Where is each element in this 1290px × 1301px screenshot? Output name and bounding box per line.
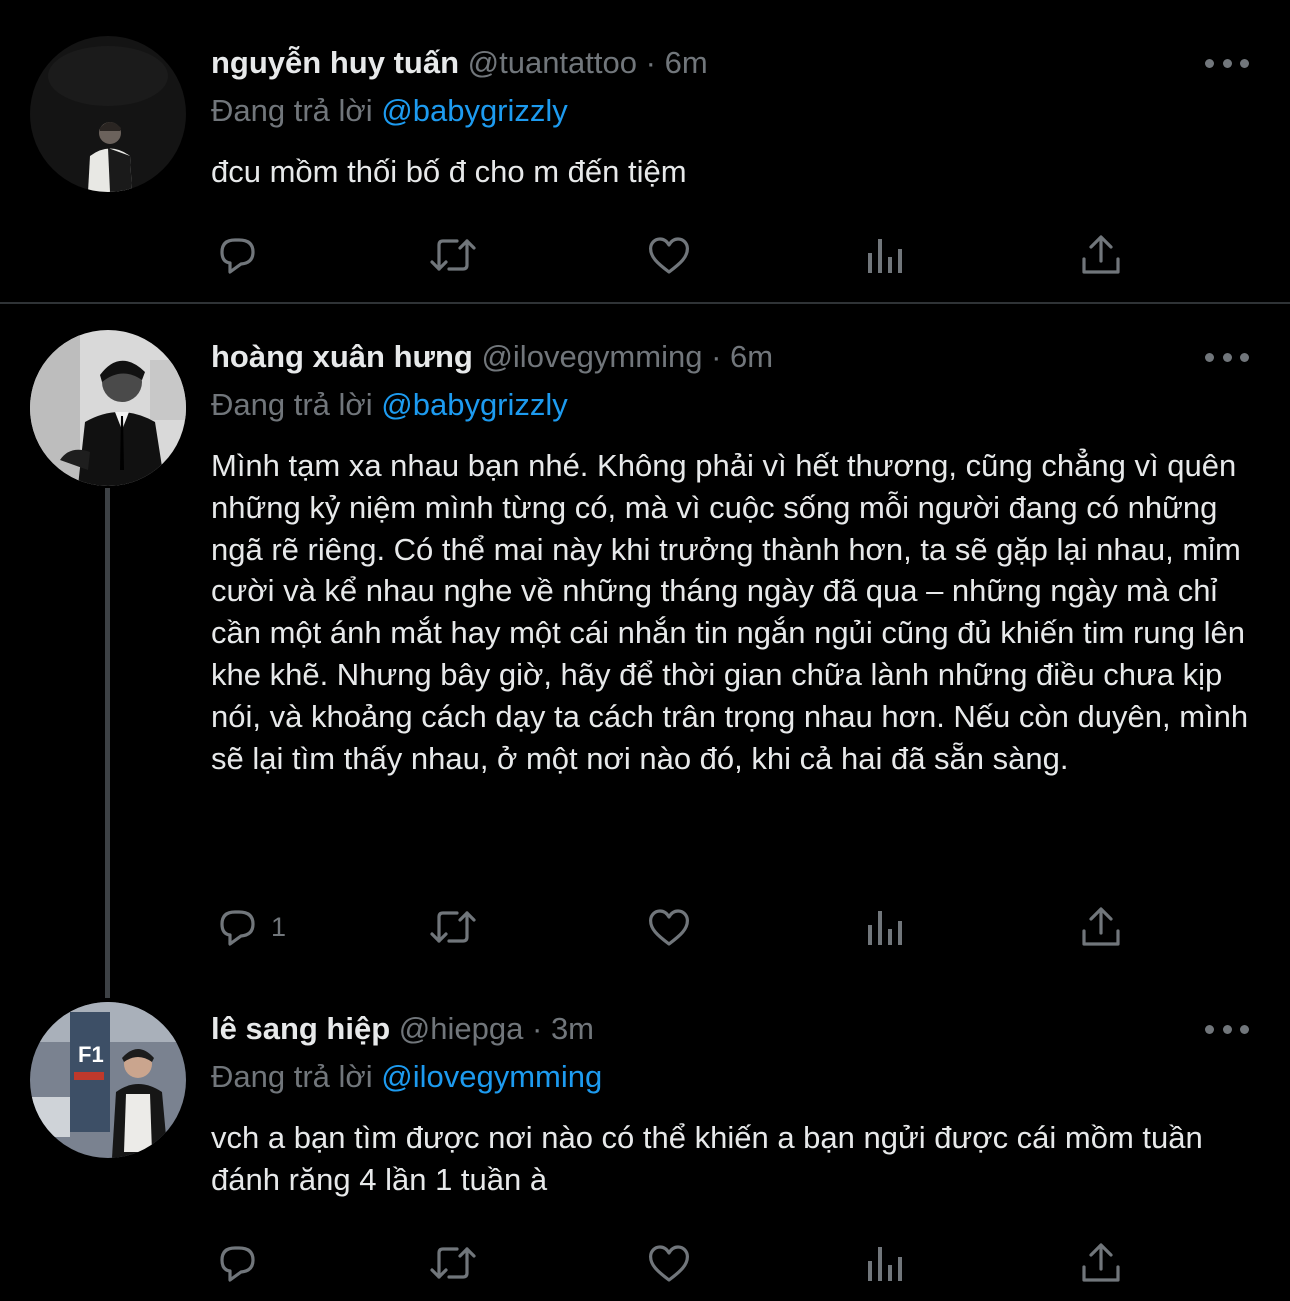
tweet-divider	[0, 302, 1290, 304]
timestamp[interactable]: 6m	[730, 339, 773, 374]
retweet-icon	[430, 239, 476, 271]
like-button[interactable]	[645, 230, 693, 280]
views-button[interactable]	[861, 230, 909, 280]
more-options-icon[interactable]	[1205, 349, 1249, 365]
retweet-icon	[430, 1247, 476, 1279]
user-handle[interactable]: @ilovegymming	[481, 339, 702, 374]
mention-link[interactable]: @babygrizzly	[381, 387, 568, 422]
views-button[interactable]	[861, 902, 909, 952]
replying-to: Đang trả lời @babygrizzly	[211, 385, 568, 425]
reply-count: 1	[271, 911, 287, 942]
mention-link[interactable]: @babygrizzly	[381, 93, 568, 128]
tweet-header: lê sang hiệp @hiepga · 3m	[211, 1009, 594, 1049]
display-name[interactable]: nguyễn huy tuấn	[211, 45, 459, 80]
separator: ·	[531, 1011, 543, 1046]
tweet-text: đcu mồm thối bố đ cho m đến tiệm	[211, 154, 687, 189]
views-icon	[868, 1247, 902, 1281]
share-icon	[1082, 907, 1120, 946]
retweet-icon	[430, 911, 476, 943]
more-options-icon[interactable]	[1205, 55, 1249, 71]
reply-icon	[220, 238, 255, 274]
views-icon	[868, 239, 902, 273]
share-button[interactable]	[1077, 902, 1125, 952]
like-icon	[649, 237, 689, 274]
replying-prefix: Đang trả lời	[211, 1059, 373, 1094]
replying-prefix: Đang trả lời	[211, 387, 373, 422]
like-icon	[649, 909, 689, 946]
share-button[interactable]	[1077, 230, 1125, 280]
share-icon	[1082, 235, 1120, 274]
tweet-header: hoàng xuân hưng @ilovegymming · 6m	[211, 337, 773, 377]
action-bar	[211, 1238, 1131, 1288]
reply-button[interactable]: 1	[213, 902, 286, 952]
views-icon	[868, 911, 902, 945]
tweet-text: vch a bạn tìm được nơi nào có thể khiến …	[211, 1120, 1203, 1197]
like-button[interactable]	[645, 902, 693, 952]
avatar[interactable]: F1	[30, 1002, 186, 1158]
share-icon	[1082, 1243, 1120, 1282]
user-handle[interactable]: @hiepga	[399, 1011, 524, 1046]
reply-icon	[220, 1246, 255, 1282]
like-button[interactable]	[645, 1238, 693, 1288]
reply-icon	[220, 910, 255, 946]
retweet-button[interactable]	[427, 1238, 479, 1288]
tweet-text: Mình tạm xa nhau bạn nhé. Không phải vì …	[211, 448, 1249, 776]
action-bar	[211, 230, 1131, 280]
share-button[interactable]	[1077, 1238, 1125, 1288]
reply-button[interactable]	[213, 230, 271, 280]
replying-prefix: Đang trả lời	[211, 93, 373, 128]
svg-text:F1: F1	[78, 1042, 104, 1067]
views-button[interactable]	[861, 1238, 909, 1288]
more-options-icon[interactable]	[1205, 1021, 1249, 1037]
separator: ·	[711, 339, 722, 374]
mention-link[interactable]: @ilovegymming	[381, 1059, 602, 1094]
replying-to: Đang trả lời @babygrizzly	[211, 91, 568, 131]
separator: ·	[645, 45, 656, 80]
retweet-button[interactable]	[427, 902, 479, 952]
reply-button[interactable]	[213, 1238, 271, 1288]
tweet-header: nguyễn huy tuấn @tuantattoo · 6m	[211, 43, 708, 83]
thread-line	[105, 488, 110, 998]
display-name[interactable]: hoàng xuân hưng	[211, 339, 473, 374]
user-handle[interactable]: @tuantattoo	[468, 45, 637, 80]
avatar[interactable]	[30, 330, 186, 486]
timestamp[interactable]: 6m	[665, 45, 708, 80]
replying-to: Đang trả lời @ilovegymming	[211, 1057, 602, 1097]
timestamp[interactable]: 3m	[551, 1011, 594, 1046]
avatar[interactable]	[30, 36, 186, 192]
action-bar: 1	[211, 902, 1131, 952]
display-name[interactable]: lê sang hiệp	[211, 1011, 390, 1046]
like-icon	[649, 1245, 689, 1282]
retweet-button[interactable]	[427, 230, 479, 280]
